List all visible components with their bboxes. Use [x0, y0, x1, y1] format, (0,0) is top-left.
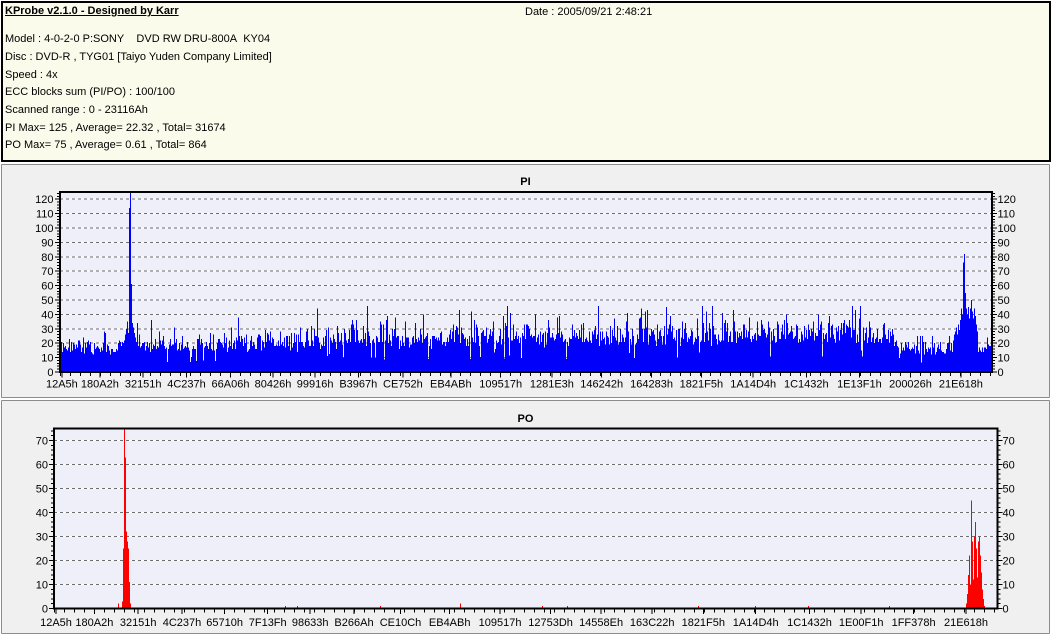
svg-text:1E00F1h: 1E00F1h [839, 617, 884, 629]
svg-text:20: 20 [41, 338, 53, 350]
svg-text:65710h: 65710h [206, 617, 243, 629]
svg-text:12A5h: 12A5h [46, 379, 78, 391]
svg-text:100: 100 [998, 223, 1016, 235]
svg-text:180A2h: 180A2h [81, 379, 119, 391]
svg-text:40: 40 [41, 309, 53, 321]
svg-text:PO: PO [518, 413, 534, 425]
svg-text:10: 10 [998, 353, 1010, 365]
svg-text:1C1432h: 1C1432h [784, 379, 829, 391]
svg-text:80426h: 80426h [255, 379, 292, 391]
svg-text:50: 50 [998, 295, 1010, 307]
svg-text:200026h: 200026h [889, 379, 932, 391]
svg-text:109517h: 109517h [479, 617, 522, 629]
svg-text:30: 30 [1003, 532, 1015, 544]
svg-text:100: 100 [35, 223, 53, 235]
svg-text:109517h: 109517h [479, 379, 522, 391]
svg-text:60: 60 [1003, 460, 1015, 472]
svg-text:7F13Fh: 7F13Fh [249, 617, 287, 629]
svg-text:99916h: 99916h [297, 379, 334, 391]
svg-text:12A5h: 12A5h [40, 617, 72, 629]
svg-text:1821F5h: 1821F5h [680, 379, 723, 391]
svg-text:21E618h: 21E618h [939, 379, 983, 391]
svg-text:20: 20 [36, 556, 48, 568]
svg-text:30: 30 [36, 532, 48, 544]
svg-text:14558Eh: 14558Eh [579, 617, 623, 629]
svg-text:1E13F1h: 1E13F1h [837, 379, 882, 391]
svg-text:163C22h: 163C22h [630, 617, 675, 629]
svg-text:4C237h: 4C237h [167, 379, 206, 391]
svg-text:164283h: 164283h [630, 379, 673, 391]
svg-text:32151h: 32151h [125, 379, 162, 391]
svg-text:1A14D4h: 1A14D4h [733, 617, 779, 629]
svg-text:0: 0 [47, 367, 53, 379]
svg-text:80: 80 [998, 252, 1010, 264]
svg-text:50: 50 [1003, 484, 1015, 496]
svg-text:0: 0 [42, 604, 48, 616]
svg-text:120: 120 [998, 194, 1016, 206]
svg-text:50: 50 [41, 295, 53, 307]
svg-text:21E618h: 21E618h [944, 617, 988, 629]
svg-text:B3967h: B3967h [339, 379, 377, 391]
svg-text:30: 30 [41, 324, 53, 336]
svg-text:90: 90 [41, 237, 53, 249]
svg-text:PI: PI [520, 176, 530, 188]
svg-text:CE752h: CE752h [383, 379, 423, 391]
svg-text:EB4ABh: EB4ABh [430, 379, 472, 391]
svg-text:40: 40 [998, 309, 1010, 321]
svg-text:20: 20 [998, 338, 1010, 350]
svg-text:20: 20 [1003, 556, 1015, 568]
svg-text:CE10Ch: CE10Ch [380, 617, 422, 629]
svg-text:70: 70 [998, 266, 1010, 278]
svg-text:EB4ABh: EB4ABh [429, 617, 471, 629]
svg-text:120: 120 [35, 194, 53, 206]
svg-text:4C237h: 4C237h [163, 617, 202, 629]
svg-text:10: 10 [36, 580, 48, 592]
svg-text:30: 30 [998, 324, 1010, 336]
svg-text:40: 40 [1003, 508, 1015, 520]
svg-text:0: 0 [998, 367, 1004, 379]
svg-text:10: 10 [41, 353, 53, 365]
svg-text:1281E3h: 1281E3h [530, 379, 574, 391]
svg-text:98633h: 98633h [292, 617, 329, 629]
svg-text:12753Dh: 12753Dh [528, 617, 573, 629]
svg-text:50: 50 [36, 484, 48, 496]
svg-text:66A06h: 66A06h [212, 379, 250, 391]
svg-text:80: 80 [41, 252, 53, 264]
svg-text:70: 70 [41, 266, 53, 278]
svg-text:B266Ah: B266Ah [334, 617, 373, 629]
svg-text:90: 90 [998, 237, 1010, 249]
svg-text:1821F5h: 1821F5h [682, 617, 725, 629]
svg-text:10: 10 [1003, 580, 1015, 592]
svg-text:110: 110 [998, 209, 1016, 221]
svg-text:1A14D4h: 1A14D4h [730, 379, 776, 391]
svg-text:0: 0 [1003, 604, 1009, 616]
svg-text:146242h: 146242h [580, 379, 623, 391]
svg-text:60: 60 [41, 281, 53, 293]
svg-text:32151h: 32151h [120, 617, 157, 629]
svg-text:40: 40 [36, 508, 48, 520]
svg-text:1FF378h: 1FF378h [892, 617, 936, 629]
svg-text:110: 110 [36, 209, 54, 221]
svg-text:180A2h: 180A2h [75, 617, 113, 629]
svg-text:60: 60 [998, 281, 1010, 293]
svg-text:1C1432h: 1C1432h [787, 617, 832, 629]
svg-text:70: 70 [36, 436, 48, 448]
svg-text:60: 60 [36, 460, 48, 472]
svg-text:70: 70 [1003, 436, 1015, 448]
